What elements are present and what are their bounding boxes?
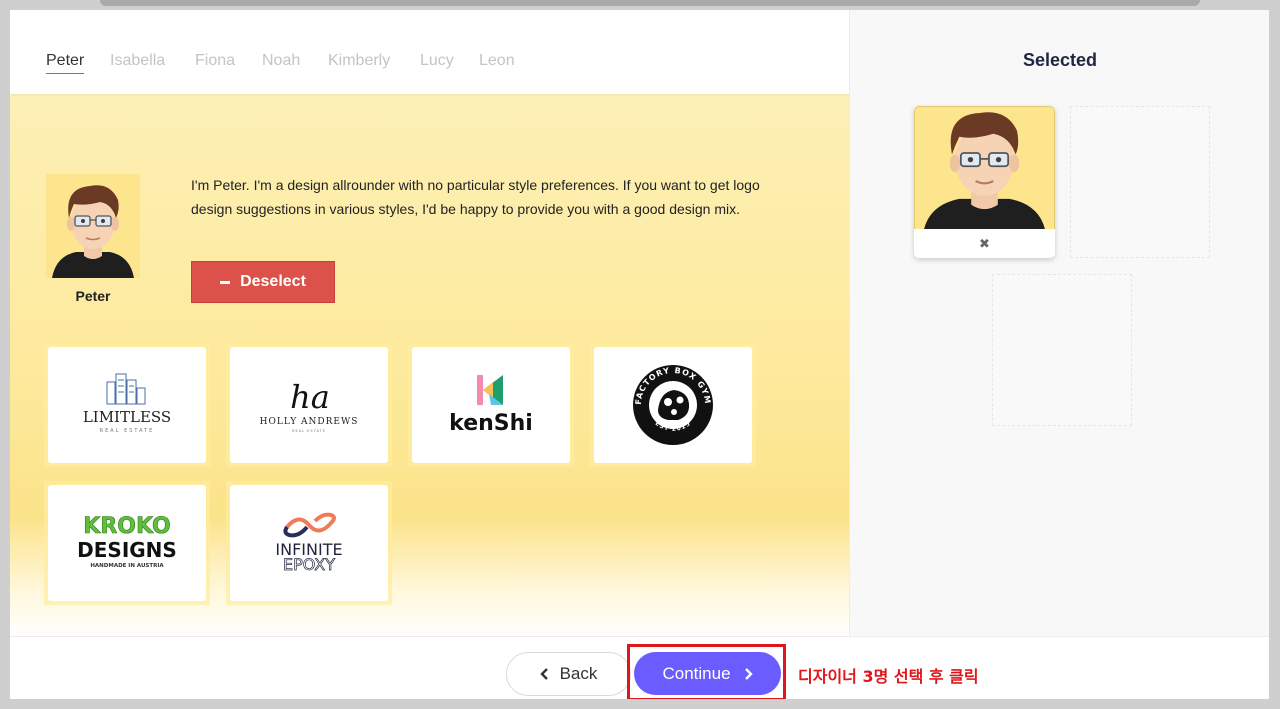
- minus-icon: [220, 280, 231, 284]
- designer-selection-window: Peter Isabella Fiona Noah Kimberly Lucy …: [10, 10, 1269, 699]
- tab-leon[interactable]: Leon: [479, 52, 515, 70]
- infinite-line2: EPOXY: [283, 555, 335, 574]
- logo-card-holly-andrews[interactable]: ha HOLLY ANDREWS REAL ESTATE: [226, 343, 392, 467]
- chevron-right-icon: [744, 667, 753, 680]
- designer-detail: Peter I'm Peter. I'm a design allrounder…: [10, 94, 849, 636]
- logo-card-kroko-designs[interactable]: KROKO DESIGNS HANDMADE IN AUSTRIA: [44, 481, 210, 605]
- kroko-designs-logo: KROKO DESIGNS HANDMADE IN AUSTRIA: [77, 514, 177, 569]
- back-label: Back: [559, 664, 598, 683]
- kenshi-logo: kenShi: [449, 375, 533, 436]
- selected-panel: Selected ✖: [849, 10, 1269, 636]
- holly-title: HOLLY ANDREWS: [260, 417, 359, 427]
- empty-slot-2: [1070, 106, 1210, 258]
- footer-bar: Back Continue 디자이너 3명 선택 후 클릭: [10, 636, 1269, 699]
- designer-avatar: [46, 174, 156, 304]
- tab-noah[interactable]: Noah: [262, 52, 300, 70]
- instruction-annotation: 디자이너 3명 선택 후 클릭: [798, 667, 979, 686]
- factory-box-gym-logo: FACTORY BOX GYM EST 2015: [633, 365, 713, 445]
- kroko-line1: KROKO: [83, 514, 170, 539]
- designer-name: Peter: [75, 288, 111, 304]
- logo-card-factory-box-gym[interactable]: FACTORY BOX GYM EST 2015: [590, 343, 756, 467]
- close-icon: ✖: [979, 235, 990, 251]
- logo-card-limitless[interactable]: LIMITLESS REAL ESTATE: [44, 343, 210, 467]
- designer-panel: Peter Isabella Fiona Noah Kimberly Lucy …: [10, 10, 849, 636]
- logo-card-infinite-epoxy[interactable]: INFINITE EPOXY: [226, 481, 392, 605]
- kroko-line3: HANDMADE IN AUSTRIA: [90, 563, 164, 569]
- browser-top-edge: [100, 0, 1200, 6]
- holly-mark: ha: [290, 378, 330, 416]
- selected-slot-peter[interactable]: ✖: [914, 106, 1055, 258]
- tab-lucy[interactable]: Lucy: [420, 52, 454, 70]
- tab-fiona[interactable]: Fiona: [195, 52, 235, 70]
- chevron-left-icon: [539, 668, 548, 680]
- kroko-line2: DESIGNS: [77, 538, 177, 562]
- deselect-label: Deselect: [240, 273, 306, 290]
- designer-tabs: Peter Isabella Fiona Noah Kimberly Lucy …: [10, 10, 849, 94]
- infinite-epoxy-logo: INFINITE EPOXY: [275, 512, 343, 574]
- logo-card-kenshi[interactable]: kenShi: [408, 343, 574, 467]
- holly-andrews-logo: ha HOLLY ANDREWS REAL ESTATE: [260, 378, 359, 433]
- deselect-button[interactable]: Deselect: [191, 261, 335, 303]
- limitless-title: LIMITLESS: [83, 408, 171, 426]
- tab-kimberly[interactable]: Kimberly: [328, 52, 390, 70]
- selected-title: Selected: [1022, 50, 1098, 70]
- back-button[interactable]: Back: [506, 652, 631, 696]
- holly-subtitle: REAL ESTATE: [292, 429, 326, 433]
- designer-description: I'm Peter. I'm a design allrounder with …: [191, 177, 760, 217]
- limitless-subtitle: REAL ESTATE: [100, 428, 155, 434]
- remove-selected-button[interactable]: ✖: [914, 229, 1055, 258]
- tab-peter[interactable]: Peter: [46, 52, 85, 74]
- continue-label: Continue: [662, 663, 731, 683]
- empty-slot-3: [992, 274, 1132, 426]
- kenshi-title: kenShi: [449, 411, 533, 436]
- continue-button[interactable]: Continue: [634, 652, 781, 695]
- tab-isabella[interactable]: Isabella: [110, 52, 165, 70]
- limitless-logo: LIMITLESS REAL ESTATE: [83, 373, 171, 434]
- selected-avatar: [914, 106, 1055, 229]
